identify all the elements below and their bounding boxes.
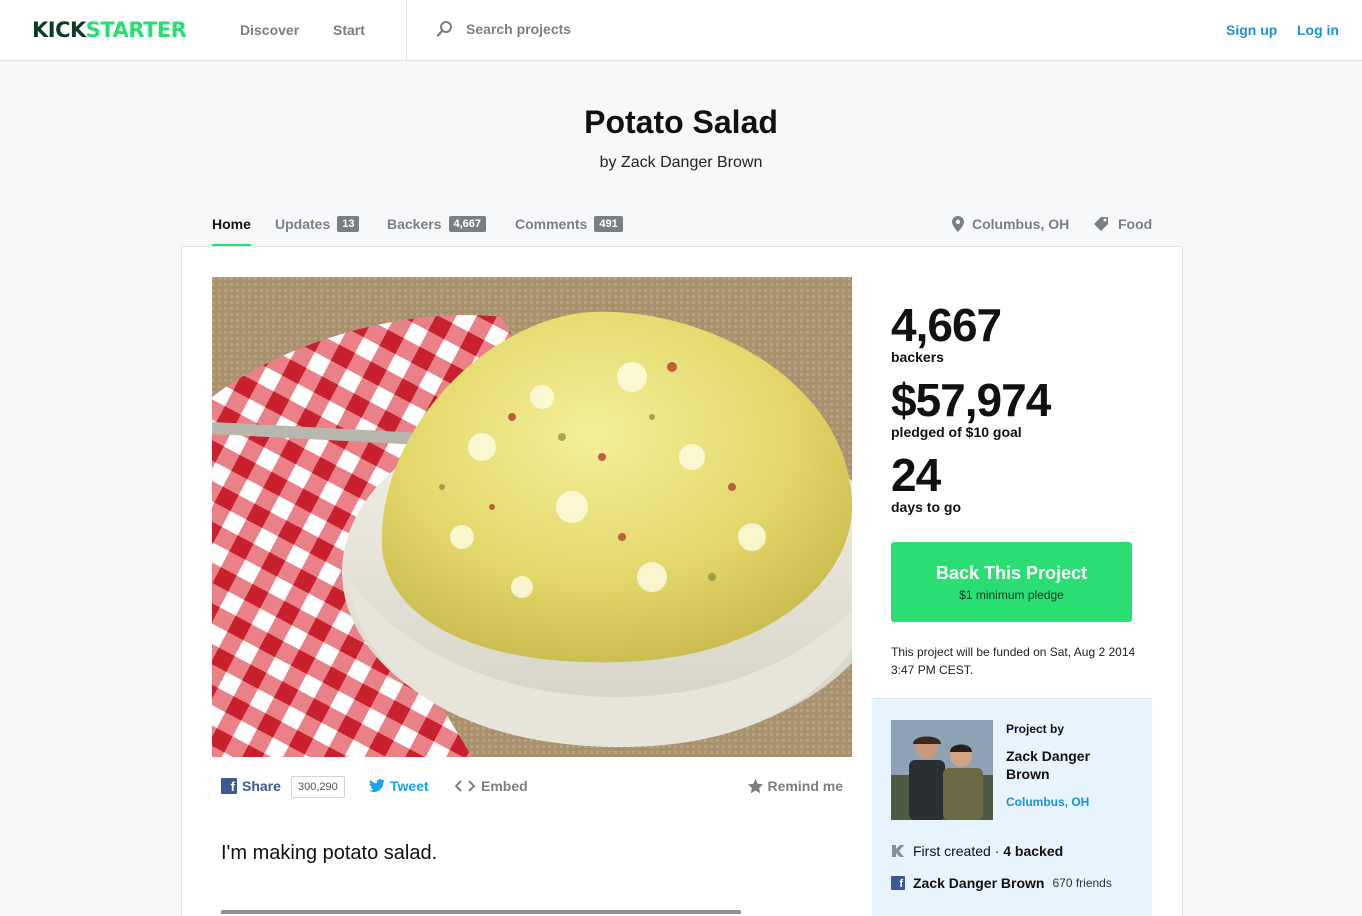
location-label: Columbus, OH <box>972 216 1070 232</box>
category-link[interactable]: Food <box>1094 216 1152 232</box>
creator-photo <box>891 720 993 820</box>
creator-avatar[interactable] <box>891 720 993 820</box>
search-field[interactable]: Search projects <box>436 20 571 38</box>
tag-icon <box>1094 217 1108 231</box>
project-by-label: Project by <box>1006 722 1065 736</box>
days-to-go-count: 24 <box>891 449 941 501</box>
code-brackets-icon <box>455 780 475 792</box>
sign-up-link[interactable]: Sign up <box>1226 22 1277 38</box>
project-blurb: I'm making potato salad. <box>221 842 438 864</box>
project-title: Potato Salad <box>584 104 778 140</box>
tab-comments[interactable]: Comments 491 <box>515 216 623 232</box>
tweet-label: Tweet <box>390 778 429 794</box>
backers-count-badge: 4,667 <box>448 216 487 232</box>
facebook-share-label: Share <box>242 778 281 794</box>
back-button-title: Back This Project <box>935 563 1088 583</box>
kickstarter-logo[interactable]: KICKSTARTER <box>32 18 187 42</box>
nav-discover-link[interactable]: Discover <box>240 22 299 38</box>
tab-backers-label: Backers <box>387 216 442 232</box>
facebook-icon: f <box>891 876 905 890</box>
funding-deadline-note: This project will be funded on Sat, Aug … <box>891 645 1136 677</box>
tab-home[interactable]: Home <box>212 216 251 232</box>
creator-name-link[interactable]: Zack Danger Brown <box>1006 747 1126 783</box>
tab-home-label: Home <box>212 216 251 232</box>
creator-facebook-name[interactable]: Zack Danger Brown <box>913 875 1044 891</box>
backed-count-link[interactable]: 4 backed <box>1003 843 1063 859</box>
remind-me-label: Remind me <box>767 778 843 794</box>
tab-backers[interactable]: Backers 4,667 <box>387 216 487 232</box>
facebook-friends-count: 670 friends <box>1052 876 1112 890</box>
twitter-bird-icon <box>369 779 385 793</box>
log-in-link[interactable]: Log in <box>1297 22 1339 38</box>
first-created-label: First created · <box>913 843 1004 859</box>
kickstarter-k-icon <box>892 845 904 857</box>
back-button-subtitle: $1 minimum pledge <box>959 588 1064 602</box>
search-icon <box>436 21 452 37</box>
creator-box: Project by Zack Danger Brown Columbus, O… <box>872 698 1152 916</box>
location-link[interactable]: Columbus, OH <box>952 216 1069 232</box>
facebook-share-count: 300,290 <box>291 776 345 798</box>
location-pin-icon <box>952 216 964 232</box>
search-placeholder: Search projects <box>466 21 572 37</box>
tweet-button[interactable]: Tweet <box>369 778 429 794</box>
nav-start-link[interactable]: Start <box>333 22 365 38</box>
embed-label: Embed <box>481 778 528 794</box>
days-to-go-label: days to go <box>891 499 962 515</box>
project-video-image[interactable] <box>212 277 852 757</box>
creator-location-link[interactable]: Columbus, OH <box>1006 795 1089 809</box>
pledged-amount: $57,974 <box>891 374 1051 426</box>
star-icon <box>747 778 763 793</box>
creator-facebook: f Zack Danger Brown 670 friends <box>891 875 1112 891</box>
backers-count: 4,667 <box>891 299 1002 351</box>
pledged-label: pledged of $10 goal <box>891 424 1022 440</box>
description-text-cutoff <box>221 904 741 914</box>
potato-salad-illustration <box>212 277 852 757</box>
facebook-icon: f <box>221 778 237 794</box>
remind-me-button[interactable]: Remind me <box>747 778 843 794</box>
creator-history: First created · 4 backed <box>891 843 1063 859</box>
tab-updates-label: Updates <box>275 216 331 232</box>
top-navigation: KICKSTARTER Discover Start Search projec… <box>0 0 1362 61</box>
facebook-share-button[interactable]: f Share <box>221 778 281 794</box>
comments-count-badge: 491 <box>594 216 623 232</box>
backers-label: backers <box>891 349 944 365</box>
back-this-project-button[interactable]: Back This Project $1 minimum pledge <box>891 542 1132 622</box>
category-label: Food <box>1118 216 1153 232</box>
updates-count-badge: 13 <box>337 216 360 232</box>
tab-comments-label: Comments <box>515 216 588 232</box>
tab-updates[interactable]: Updates 13 <box>275 216 360 232</box>
share-row: f Share 300,290 Tweet Embed Remind me <box>221 776 843 798</box>
embed-button[interactable]: Embed <box>455 778 528 794</box>
project-byline: by Zack Danger Brown <box>599 154 763 171</box>
header-divider <box>406 0 407 61</box>
